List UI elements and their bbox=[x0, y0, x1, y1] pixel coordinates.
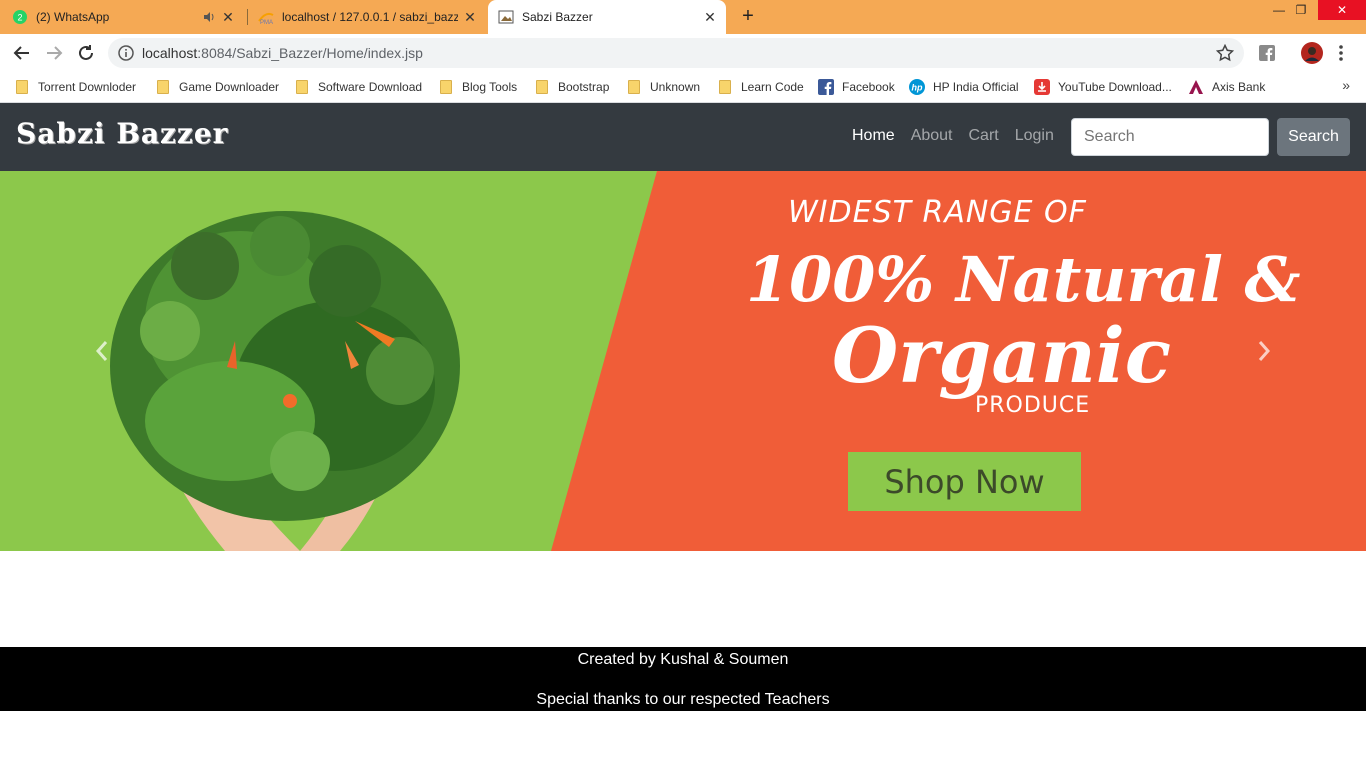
tab-phpmyadmin[interactable]: PMA localhost / 127.0.0.1 / sabzi_bazzer… bbox=[258, 0, 486, 34]
back-button[interactable] bbox=[10, 41, 34, 65]
bookmark-software-download[interactable]: Software Download bbox=[294, 77, 422, 97]
forward-arrow-icon bbox=[47, 46, 63, 60]
chevron-left-icon bbox=[95, 341, 108, 361]
browser-tab-strip: 2 (2) WhatsApp ✕ PMA localhost / 127.0.0… bbox=[0, 0, 1366, 34]
facebook-extension-icon[interactable] bbox=[1257, 43, 1277, 63]
tab-close-icon[interactable]: ✕ bbox=[702, 9, 718, 25]
bookmark-label: Unknown bbox=[650, 80, 701, 94]
shop-now-button[interactable]: Shop Now bbox=[848, 452, 1081, 511]
tab-separator bbox=[247, 9, 248, 25]
bookmark-label: Software Download bbox=[318, 80, 423, 94]
bookmark-label: YouTube Download... bbox=[1058, 80, 1172, 94]
folder-icon bbox=[717, 79, 733, 95]
bookmark-hp-india-official[interactable]: hp HP India Official bbox=[909, 77, 1019, 97]
url-path: :8084/Sabzi_Bazzer/Home/index.jsp bbox=[197, 45, 423, 61]
svg-text:2: 2 bbox=[17, 13, 22, 23]
chevron-right-icon bbox=[1258, 341, 1271, 361]
tab-title: (2) WhatsApp bbox=[36, 10, 110, 24]
bookmark-youtube-download[interactable]: YouTube Download... bbox=[1034, 77, 1172, 97]
banner-headline-line2: 100% Natural & bbox=[746, 243, 1301, 316]
folder-icon bbox=[155, 79, 171, 95]
bookmark-torrent-downloder[interactable]: Torrent Downloder bbox=[14, 77, 136, 97]
folder-icon bbox=[534, 79, 550, 95]
bookmark-star-icon[interactable] bbox=[1215, 43, 1235, 62]
hp-icon: hp bbox=[909, 79, 925, 95]
reload-icon bbox=[79, 45, 93, 60]
bookmark-blog-tools[interactable]: Blog Tools bbox=[438, 77, 517, 97]
folder-icon bbox=[294, 79, 310, 95]
address-bar[interactable]: localhost:8084/Sabzi_Bazzer/Home/index.j… bbox=[108, 38, 1244, 68]
bookmark-bootstrap[interactable]: Bootstrap bbox=[534, 77, 609, 97]
nav-links: Home About Cart Login bbox=[852, 127, 1054, 145]
vegetable-bowl-image bbox=[110, 211, 460, 551]
footer-thanks: Special thanks to our respected Teachers bbox=[536, 691, 830, 708]
bookmark-label: Blog Tools bbox=[462, 80, 518, 94]
bookmark-axis-bank[interactable]: Axis Bank bbox=[1188, 77, 1265, 97]
banner-headline-line4: PRODUCE bbox=[975, 393, 1091, 418]
url-text: localhost:8084/Sabzi_Bazzer/Home/index.j… bbox=[142, 45, 423, 61]
new-tab-button[interactable]: + bbox=[738, 6, 758, 26]
bookmarks-overflow-button[interactable]: » bbox=[1342, 77, 1350, 93]
tab-sabzi-bazzer[interactable]: Sabzi Bazzer ✕ bbox=[488, 0, 726, 34]
url-host: localhost bbox=[142, 45, 198, 61]
site-navbar: Sabzi Bazzer Home About Cart Login Searc… bbox=[0, 103, 1366, 171]
bookmarks-bar: Torrent Downloder Game Downloader Softwa… bbox=[0, 72, 1366, 103]
footer-credit: Created by Kushal & Soumen bbox=[577, 651, 789, 668]
reload-button[interactable] bbox=[74, 41, 98, 65]
download-icon bbox=[1034, 79, 1050, 95]
browser-toolbar: localhost:8084/Sabzi_Bazzer/Home/index.j… bbox=[0, 34, 1366, 72]
bookmark-label: HP India Official bbox=[933, 80, 1019, 94]
hero-carousel: WIDEST RANGE OF 100% Natural & Organic P… bbox=[0, 171, 1366, 551]
page-icon bbox=[498, 9, 514, 25]
carousel-prev-button[interactable] bbox=[90, 336, 114, 366]
nav-link-home[interactable]: Home bbox=[852, 127, 895, 145]
forward-button[interactable] bbox=[42, 41, 66, 65]
bookmark-label: Game Downloader bbox=[179, 80, 280, 94]
banner-headline-line1: WIDEST RANGE OF bbox=[788, 195, 1087, 230]
folder-icon bbox=[438, 79, 454, 95]
bookmark-label: Learn Code bbox=[741, 80, 804, 94]
bookmark-label: Facebook bbox=[842, 80, 895, 94]
bookmark-facebook[interactable]: Facebook bbox=[818, 77, 895, 97]
bookmark-label: Bootstrap bbox=[558, 80, 610, 94]
search-button[interactable]: Search bbox=[1277, 118, 1350, 156]
restore-button[interactable]: ❐ bbox=[1281, 0, 1321, 20]
carousel-next-button[interactable] bbox=[1252, 336, 1276, 366]
whatsapp-icon: 2 bbox=[12, 9, 28, 25]
bookmark-label: Axis Bank bbox=[1212, 80, 1266, 94]
bookmark-label: Torrent Downloder bbox=[38, 80, 137, 94]
tab-title: localhost / 127.0.0.1 / sabzi_bazzer bbox=[282, 10, 458, 24]
tab-title: Sabzi Bazzer bbox=[522, 10, 593, 24]
folder-icon bbox=[626, 79, 642, 95]
tab-close-icon[interactable]: ✕ bbox=[220, 9, 236, 25]
back-arrow-icon bbox=[13, 46, 29, 60]
info-icon[interactable] bbox=[118, 45, 134, 61]
phpmyadmin-icon: PMA bbox=[258, 9, 274, 25]
nav-link-cart[interactable]: Cart bbox=[969, 127, 999, 145]
bookmark-unknown[interactable]: Unknown bbox=[626, 77, 700, 97]
svg-text:hp: hp bbox=[912, 83, 923, 93]
tab-close-icon[interactable]: ✕ bbox=[462, 9, 478, 25]
facebook-icon bbox=[818, 79, 834, 95]
svg-text:PMA: PMA bbox=[260, 20, 273, 25]
site-brand[interactable]: Sabzi Bazzer bbox=[16, 117, 228, 150]
axis-bank-icon bbox=[1188, 79, 1204, 95]
banner-headline-line3: Organic bbox=[832, 311, 1172, 400]
profile-avatar-icon[interactable] bbox=[1301, 42, 1323, 64]
search-input[interactable] bbox=[1071, 118, 1269, 156]
speaker-icon[interactable] bbox=[202, 10, 216, 24]
bookmark-learn-code[interactable]: Learn Code bbox=[717, 77, 804, 97]
bookmark-game-downloader[interactable]: Game Downloader bbox=[155, 77, 279, 97]
site-footer: Created by Kushal & Soumen Special thank… bbox=[0, 647, 1366, 711]
folder-icon bbox=[14, 79, 30, 95]
nav-link-about[interactable]: About bbox=[911, 127, 953, 145]
menu-kebab-icon[interactable] bbox=[1336, 43, 1346, 63]
nav-link-login[interactable]: Login bbox=[1015, 127, 1054, 145]
tab-whatsapp[interactable]: 2 (2) WhatsApp ✕ bbox=[12, 0, 244, 34]
window-close-button[interactable]: ✕ bbox=[1318, 0, 1366, 20]
